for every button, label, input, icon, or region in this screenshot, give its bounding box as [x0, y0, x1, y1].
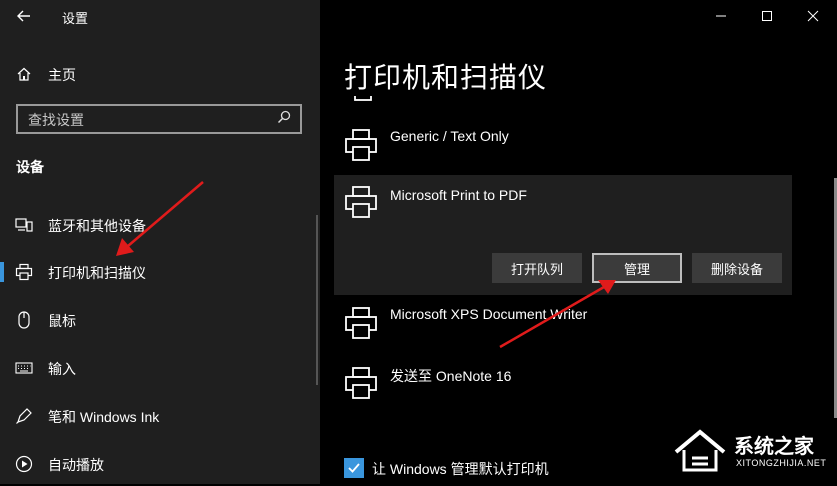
watermark-subtext: XITONGZHIJIA.NET [736, 458, 827, 468]
annotation-arrow-manage [499, 280, 616, 349]
watermark-logo: 系统之家 XITONGZHIJIA.NET [664, 422, 834, 482]
house-logo-icon [674, 429, 726, 472]
annotation-arrow-sidebar [116, 181, 204, 256]
watermark-text: 系统之家 [734, 436, 814, 458]
annotation-arrows [116, 181, 616, 349]
